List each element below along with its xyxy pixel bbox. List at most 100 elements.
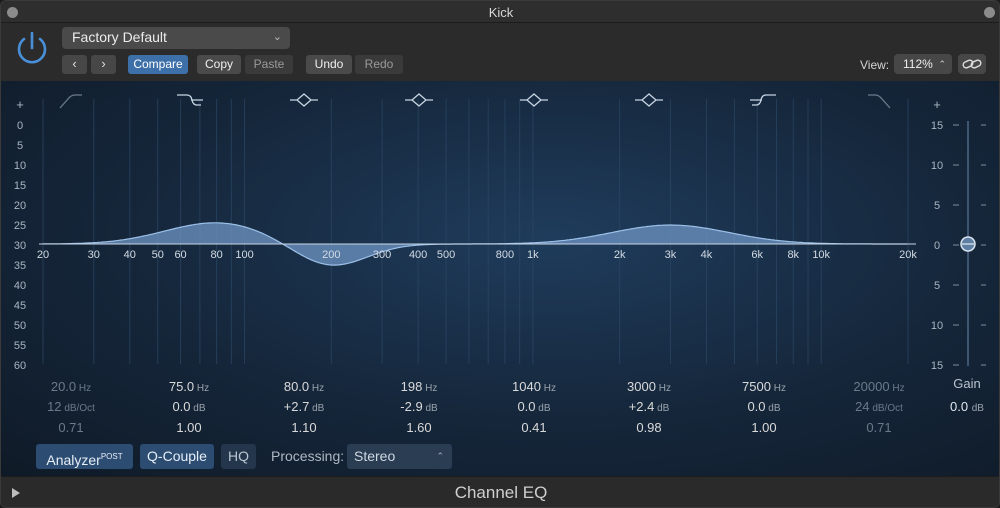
q-text: 1.60 — [406, 420, 432, 435]
analyzer-label: Analyzer — [46, 452, 101, 468]
view-label: View: — [860, 58, 890, 72]
band-frequency[interactable]: 75.0 Hz — [144, 379, 234, 394]
processing-label: Processing: — [271, 448, 345, 464]
power-icon[interactable] — [13, 29, 51, 67]
frequency-label: 500 — [437, 249, 455, 261]
gain-text: 0.0 — [747, 399, 766, 414]
frequency-label: 4k — [701, 249, 713, 261]
next-preset-button[interactable]: › — [91, 55, 116, 74]
freq-text: 3000 — [627, 379, 656, 394]
preset-dropdown[interactable]: Factory Default ⌄ — [62, 27, 290, 49]
gain-unit-text: dB — [190, 403, 206, 414]
freq-unit-text: Hz — [309, 383, 325, 394]
copy-button[interactable]: Copy — [197, 55, 241, 74]
frequency-label: 1k — [527, 249, 539, 261]
freq-text: 75.0 — [168, 379, 195, 394]
title-bar: Kick — [1, 1, 999, 23]
gain-unit-text: dB — [654, 403, 670, 414]
band-q[interactable]: 0.98 — [604, 420, 694, 435]
analyzer-button[interactable]: AnalyzerPOST — [36, 444, 133, 469]
frequency-label: 10k — [812, 249, 830, 261]
gain-text: 12 — [47, 399, 62, 414]
compare-button[interactable]: Compare — [128, 55, 188, 74]
band-frequency[interactable]: 80.0 Hz — [259, 379, 349, 394]
q-text: 1.00 — [176, 420, 202, 435]
db-scale-label: 15 — [14, 180, 26, 192]
gain-unit-text: dB/Oct — [61, 403, 95, 414]
band-q[interactable]: 1.00 — [144, 420, 234, 435]
frequency-label: 80 — [210, 249, 222, 261]
view-zoom-value: 112% — [903, 57, 933, 71]
frequency-label: 40 — [124, 249, 136, 261]
eq-graph[interactable]: +051015202530354045505560+1510505101520 3… — [1, 81, 1000, 381]
gain-scale-label: 0 — [934, 240, 940, 252]
q-couple-button[interactable]: Q-Couple — [140, 444, 214, 469]
gain-unit-text: dB — [535, 403, 551, 414]
band-gain[interactable]: -2.9 dB — [374, 399, 464, 414]
q-text: 0.71 — [58, 420, 84, 435]
q-text: 0.98 — [636, 420, 662, 435]
band-q[interactable]: 0.71 — [26, 420, 116, 435]
band-q[interactable]: 1.60 — [374, 420, 464, 435]
freq-text: 20000 — [853, 379, 890, 394]
freq-unit-text: Hz — [422, 383, 438, 394]
band-gain[interactable]: 0.0 dB — [489, 399, 579, 414]
band-gain[interactable]: 0.0 dB — [144, 399, 234, 414]
db-scale-label: 55 — [14, 340, 26, 352]
band-frequency[interactable]: 198 Hz — [374, 379, 464, 394]
band-gain[interactable]: 24 dB/Oct — [834, 399, 924, 414]
paste-button[interactable]: Paste — [245, 55, 293, 74]
high-cut-icon — [868, 94, 891, 109]
plus-icon: + — [16, 97, 24, 112]
gain-scale-label: 15 — [931, 120, 943, 132]
band-q[interactable]: 1.10 — [259, 420, 349, 435]
gain-scale-label: 10 — [931, 320, 943, 332]
band-frequency[interactable]: 20000 Hz — [834, 379, 924, 394]
band-frequency[interactable]: 20.0 Hz — [26, 379, 116, 394]
master-gain-value[interactable]: 0.0 dB — [939, 399, 995, 414]
band-gain[interactable]: +2.4 dB — [604, 399, 694, 414]
high-shelf-icon — [750, 94, 776, 106]
processing-value: Stereo — [354, 448, 396, 464]
frequency-label: 2k — [614, 249, 626, 261]
band-q[interactable]: 1.00 — [719, 420, 809, 435]
band-gain[interactable]: 12 dB/Oct — [26, 399, 116, 414]
db-scale-label: 50 — [14, 320, 26, 332]
peak-icon — [290, 93, 318, 107]
frequency-label: 20k — [899, 249, 917, 261]
preset-label: Factory Default — [72, 29, 167, 45]
db-scale-label: 40 — [14, 280, 26, 292]
view-zoom-select[interactable]: 112% ⌃⌄ — [894, 54, 952, 89]
freq-unit-text: Hz — [770, 383, 786, 394]
frequency-label: 3k — [665, 249, 677, 261]
band-gain[interactable]: 0.0 dB — [719, 399, 809, 414]
redo-button[interactable]: Redo — [355, 55, 403, 74]
gain-unit-text: dB — [422, 403, 438, 414]
link-button[interactable] — [958, 54, 986, 74]
frequency-label: 100 — [235, 249, 253, 261]
gain-text: 0.0 — [172, 399, 191, 414]
previous-preset-button[interactable]: ‹ — [62, 55, 87, 74]
plugin-name: Channel EQ — [454, 483, 548, 502]
frequency-label: 20 — [37, 249, 49, 261]
gain-text: +2.4 — [628, 399, 655, 414]
eq-main-panel: +0 5 10 15 20 25 30 35 40 45 50 55 60 +15 10 5 0 5 10 15 20 3… — [1, 81, 1000, 486]
freq-text: 80.0 — [283, 379, 310, 394]
band-frequency[interactable]: 3000 Hz — [604, 379, 694, 394]
db-scale-label: 60 — [14, 360, 26, 372]
hq-button[interactable]: HQ — [221, 444, 256, 469]
db-scale-label: 35 — [14, 260, 26, 272]
frequency-label: 300 — [373, 249, 391, 261]
band-gain[interactable]: +2.7 dB — [259, 399, 349, 414]
band-frequency[interactable]: 7500 Hz — [719, 379, 809, 394]
gain-unit-text: dB — [765, 403, 781, 414]
gain-unit-text: dB/Oct — [869, 403, 903, 414]
processing-select[interactable]: Stereo ⌃⌄ — [347, 444, 452, 486]
low-cut-icon — [59, 94, 82, 109]
band-q[interactable]: 0.71 — [834, 420, 924, 435]
band-q[interactable]: 0.41 — [489, 420, 579, 435]
band-frequency[interactable]: 1040 Hz — [489, 379, 579, 394]
undo-button[interactable]: Undo — [306, 55, 352, 74]
gain-text: 0.0 — [517, 399, 536, 414]
db-scale-label: 25 — [14, 220, 26, 232]
